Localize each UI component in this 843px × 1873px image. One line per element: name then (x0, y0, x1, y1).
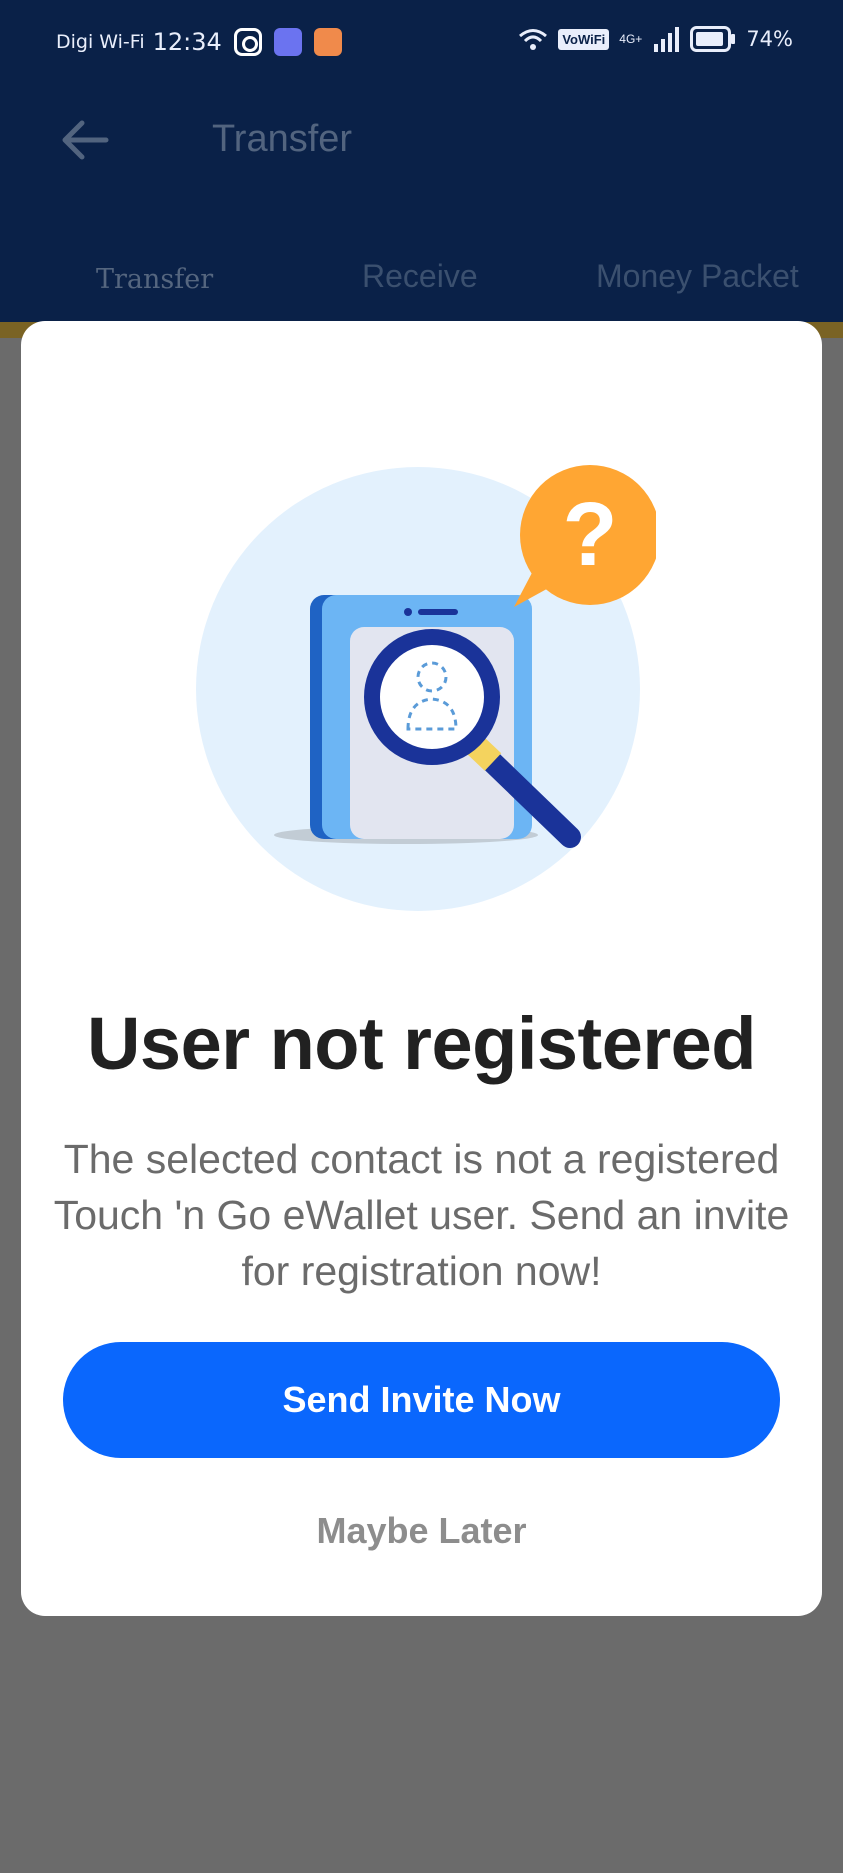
wifi-icon (519, 29, 548, 50)
tab-money-packet[interactable]: Money Packet (596, 258, 799, 295)
user-search-icon: ? (196, 465, 656, 911)
tab-transfer[interactable]: Transfer (96, 264, 213, 295)
user-not-registered-dialog: ? User not registered The selected conta… (21, 321, 822, 1616)
battery-icon (690, 26, 736, 52)
tab-receive[interactable]: Receive (362, 258, 478, 295)
vowifi-badge: VoWiFi (558, 28, 610, 50)
carrier-label: Digi Wi-Fi (56, 31, 145, 53)
status-bar: Digi Wi-Fi 12:34 VoWiFi 4G+ 74% (0, 0, 843, 84)
network-type: 4G+ (619, 32, 643, 46)
signal-icon (654, 27, 680, 52)
clock: 12:34 (152, 28, 222, 56)
instagram-icon (233, 28, 262, 56)
send-invite-button[interactable]: Send Invite Now (63, 1342, 780, 1458)
tab-bar: Transfer Receive Money Packet (0, 250, 843, 310)
dialog-title: User not registered (86, 1002, 757, 1085)
maybe-later-button[interactable]: Maybe Later (221, 1501, 622, 1561)
app-notification-icon (273, 28, 302, 56)
status-right: VoWiFi 4G+ 74% (518, 26, 793, 52)
svg-text:?: ? (563, 485, 618, 585)
arrow-left-icon[interactable] (58, 118, 110, 162)
toolbar: Transfer (0, 100, 843, 180)
status-left: Digi Wi-Fi 12:34 (56, 28, 342, 56)
battery-percentage: 74% (746, 27, 793, 51)
dialog-message: The selected contact is not a registered… (53, 1136, 790, 1294)
app-notification-icon-orange (313, 28, 342, 56)
page-title: Transfer (212, 118, 353, 160)
